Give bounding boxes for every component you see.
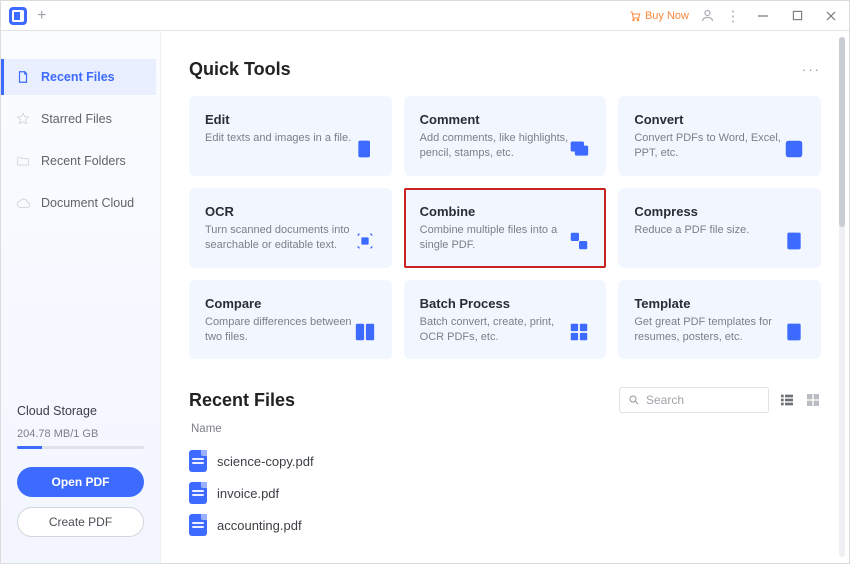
- sidebar-item-starred-files[interactable]: Starred Files: [1, 101, 156, 137]
- sidebar-item-label: Recent Folders: [41, 154, 126, 168]
- sidebar-item-label: Document Cloud: [41, 196, 134, 210]
- batch-process-icon: [566, 319, 592, 345]
- cloud-storage-panel: Cloud Storage 204.78 MB/1 GB Open PDF Cr…: [1, 404, 160, 563]
- tool-card-convert[interactable]: Convert Convert PDFs to Word, Excel, PPT,…: [618, 96, 821, 176]
- search-placeholder: Search: [646, 393, 684, 407]
- create-pdf-button[interactable]: Create PDF: [17, 507, 144, 537]
- buy-now-label: Buy Now: [645, 10, 689, 22]
- tool-card-template[interactable]: Template Get great PDF templates for resu…: [618, 280, 821, 360]
- tool-description: Add comments, like highlights, pencil, s…: [420, 131, 570, 162]
- cloud-storage-used: 204.78 MB/1 GB: [17, 428, 144, 440]
- tool-title: OCR: [205, 204, 376, 219]
- tool-card-ocr[interactable]: OCR Turn scanned documents into searchabl…: [189, 188, 392, 268]
- tool-title: Compress: [634, 204, 805, 219]
- tool-description: Batch convert, create, print, OCR PDFs, …: [420, 315, 570, 346]
- file-name: invoice.pdf: [217, 486, 279, 501]
- search-icon: [628, 394, 640, 406]
- quick-tools-menu-icon[interactable]: ···: [802, 62, 821, 77]
- scrollbar[interactable]: [839, 37, 845, 557]
- app-logo-icon: [9, 7, 27, 25]
- combine-icon: [566, 228, 592, 254]
- tool-description: Get great PDF templates for resumes, pos…: [634, 315, 784, 346]
- window-titlebar: + Buy Now ⋮: [1, 1, 849, 31]
- view-grid-button[interactable]: [805, 392, 821, 408]
- tool-title: Combine: [420, 204, 591, 219]
- sidebar-item-label: Recent Files: [41, 70, 115, 84]
- tool-card-compare[interactable]: Compare Compare differences between two f…: [189, 280, 392, 360]
- ocr-icon: [352, 228, 378, 254]
- tool-title: Compare: [205, 296, 376, 311]
- tool-card-edit[interactable]: Edit Edit texts and images in a file.: [189, 96, 392, 176]
- file-name: accounting.pdf: [217, 518, 302, 533]
- window-close-button[interactable]: [819, 5, 843, 27]
- quick-tools-title: Quick Tools: [189, 59, 291, 80]
- tool-description: Edit texts and images in a file.: [205, 131, 355, 146]
- compress-icon: [781, 228, 807, 254]
- tool-card-batch-process[interactable]: Batch Process Batch convert, create, prin…: [404, 280, 607, 360]
- window-maximize-button[interactable]: [785, 5, 809, 27]
- cloud-icon: [15, 195, 31, 211]
- cloud-storage-progress: [17, 446, 144, 449]
- file-row[interactable]: science-copy.pdf: [189, 445, 831, 477]
- open-pdf-button[interactable]: Open PDF: [17, 467, 144, 497]
- tool-title: Comment: [420, 112, 591, 127]
- tool-description: Reduce a PDF file size.: [634, 223, 784, 238]
- edit-icon: [352, 136, 378, 162]
- file-row[interactable]: accounting.pdf: [189, 509, 831, 541]
- pdf-file-icon: [189, 450, 207, 472]
- main-content: Quick Tools ··· Edit Edit texts and image…: [161, 31, 849, 563]
- scrollbar-thumb[interactable]: [839, 37, 845, 227]
- tool-title: Convert: [634, 112, 805, 127]
- tool-card-comment[interactable]: Comment Add comments, like highlights, pe…: [404, 96, 607, 176]
- tool-card-compress[interactable]: Compress Reduce a PDF file size.: [618, 188, 821, 268]
- sidebar-item-recent-folders[interactable]: Recent Folders: [1, 143, 156, 179]
- sidebar: Recent Files Starred Files Recent Folder…: [1, 31, 161, 563]
- search-input[interactable]: Search: [619, 387, 769, 413]
- folder-icon: [15, 153, 31, 169]
- recent-files-title: Recent Files: [189, 390, 295, 411]
- new-tab-button[interactable]: +: [37, 8, 46, 24]
- user-icon[interactable]: [699, 8, 715, 24]
- column-header-name: Name: [191, 423, 831, 435]
- tool-title: Edit: [205, 112, 376, 127]
- sidebar-item-recent-files[interactable]: Recent Files: [1, 59, 156, 95]
- tool-card-combine[interactable]: Combine Combine multiple files into a sin…: [404, 188, 607, 268]
- cart-icon: [629, 10, 641, 22]
- file-icon: [15, 69, 31, 85]
- pdf-file-icon: [189, 514, 207, 536]
- window-minimize-button[interactable]: [751, 5, 775, 27]
- convert-icon: [781, 136, 807, 162]
- file-name: science-copy.pdf: [217, 454, 314, 469]
- tool-title: Template: [634, 296, 805, 311]
- tool-description: Turn scanned documents into searchable o…: [205, 223, 355, 254]
- kebab-menu-icon[interactable]: ⋮: [725, 8, 741, 24]
- tool-description: Convert PDFs to Word, Excel, PPT, etc.: [634, 131, 784, 162]
- tool-title: Batch Process: [420, 296, 591, 311]
- star-icon: [15, 111, 31, 127]
- tool-description: Compare differences between two files.: [205, 315, 355, 346]
- pdf-file-icon: [189, 482, 207, 504]
- template-icon: [781, 319, 807, 345]
- view-list-button[interactable]: [779, 392, 795, 408]
- buy-now-link[interactable]: Buy Now: [629, 10, 689, 22]
- sidebar-item-label: Starred Files: [41, 112, 112, 126]
- tool-description: Combine multiple files into a single PDF…: [420, 223, 570, 254]
- sidebar-item-document-cloud[interactable]: Document Cloud: [1, 185, 156, 221]
- file-row[interactable]: invoice.pdf: [189, 477, 831, 509]
- cloud-storage-title: Cloud Storage: [17, 404, 144, 418]
- comment-icon: [566, 136, 592, 162]
- compare-icon: [352, 319, 378, 345]
